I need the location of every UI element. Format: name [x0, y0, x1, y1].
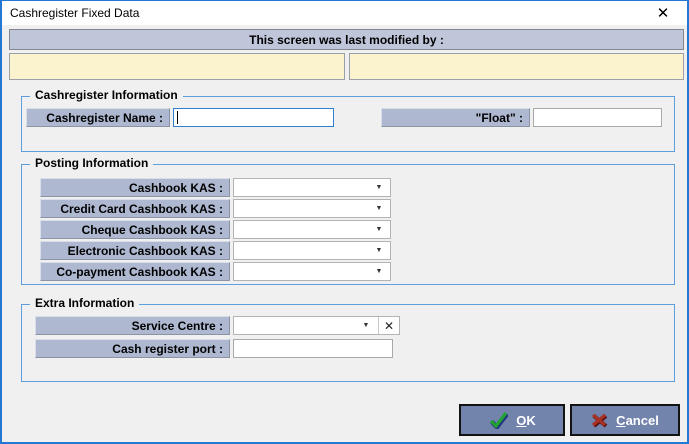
chevron-down-icon: ▼ [375, 184, 383, 191]
service-centre-select[interactable]: ▼ ✕ [233, 316, 400, 335]
credit-card-cashbook-kas-label: Credit Card Cashbook KAS : [40, 199, 230, 218]
last-modified-user-box [9, 53, 345, 80]
cashregister-name-input[interactable] [173, 108, 334, 127]
last-modified-label: This screen was last modified by : [249, 32, 444, 47]
ok-button[interactable]: OK [459, 404, 565, 436]
float-label: "Float" : [381, 108, 530, 127]
chevron-down-icon: ▼ [375, 205, 383, 212]
green-check-icon [488, 411, 509, 429]
group-title: Posting Information [30, 156, 154, 170]
cancel-button[interactable]: Cancel [570, 404, 680, 436]
dialog-cashregister-fixed-data: Cashregister Fixed Data ✕ This screen wa… [0, 0, 689, 444]
cashregister-name-label: Cashregister Name : [26, 108, 170, 127]
group-cashregister-information: Cashregister Information Cashregister Na… [21, 88, 675, 152]
group-title: Cashregister Information [30, 88, 183, 102]
co-payment-cashbook-kas-select[interactable]: ▼ [233, 262, 391, 281]
electronic-cashbook-kas-label: Electronic Cashbook KAS : [40, 241, 230, 260]
clear-x-icon: ✕ [383, 318, 395, 333]
group-title: Extra Information [30, 296, 140, 310]
chevron-down-icon: ▼ [375, 247, 383, 254]
float-input[interactable] [533, 108, 662, 127]
group-posting-information: Posting Information Cashbook KAS : ▼ Cre… [21, 156, 675, 285]
window-title: Cashregister Fixed Data [10, 6, 140, 20]
cash-register-port-input[interactable] [233, 339, 393, 358]
close-button[interactable]: ✕ [645, 2, 681, 24]
cash-register-port-label: Cash register port : [35, 339, 230, 358]
red-x-icon [591, 413, 608, 428]
cashbook-kas-label: Cashbook KAS : [40, 178, 230, 197]
cheque-cashbook-kas-label: Cheque Cashbook KAS : [40, 220, 230, 239]
close-icon: ✕ [656, 5, 670, 22]
service-centre-label: Service Centre : [35, 316, 230, 335]
credit-card-cashbook-kas-select[interactable]: ▼ [233, 199, 391, 218]
cashbook-kas-select[interactable]: ▼ [233, 178, 391, 197]
last-modified-header: This screen was last modified by : [9, 29, 684, 50]
co-payment-cashbook-kas-label: Co-payment Cashbook KAS : [40, 262, 230, 281]
group-extra-information: Extra Information Service Centre : ▼ ✕ C… [21, 296, 675, 382]
chevron-down-icon: ▼ [375, 226, 383, 233]
last-modified-date-box [349, 53, 684, 80]
clear-selection-button[interactable]: ✕ [378, 317, 399, 334]
chevron-down-icon: ▼ [362, 322, 370, 329]
electronic-cashbook-kas-select[interactable]: ▼ [233, 241, 391, 260]
chevron-down-icon: ▼ [375, 268, 383, 275]
cheque-cashbook-kas-select[interactable]: ▼ [233, 220, 391, 239]
cancel-button-label: Cancel [616, 412, 659, 428]
ok-button-label: OK [516, 412, 536, 428]
text-caret [177, 111, 178, 124]
title-bar[interactable]: Cashregister Fixed Data ✕ [2, 1, 687, 25]
